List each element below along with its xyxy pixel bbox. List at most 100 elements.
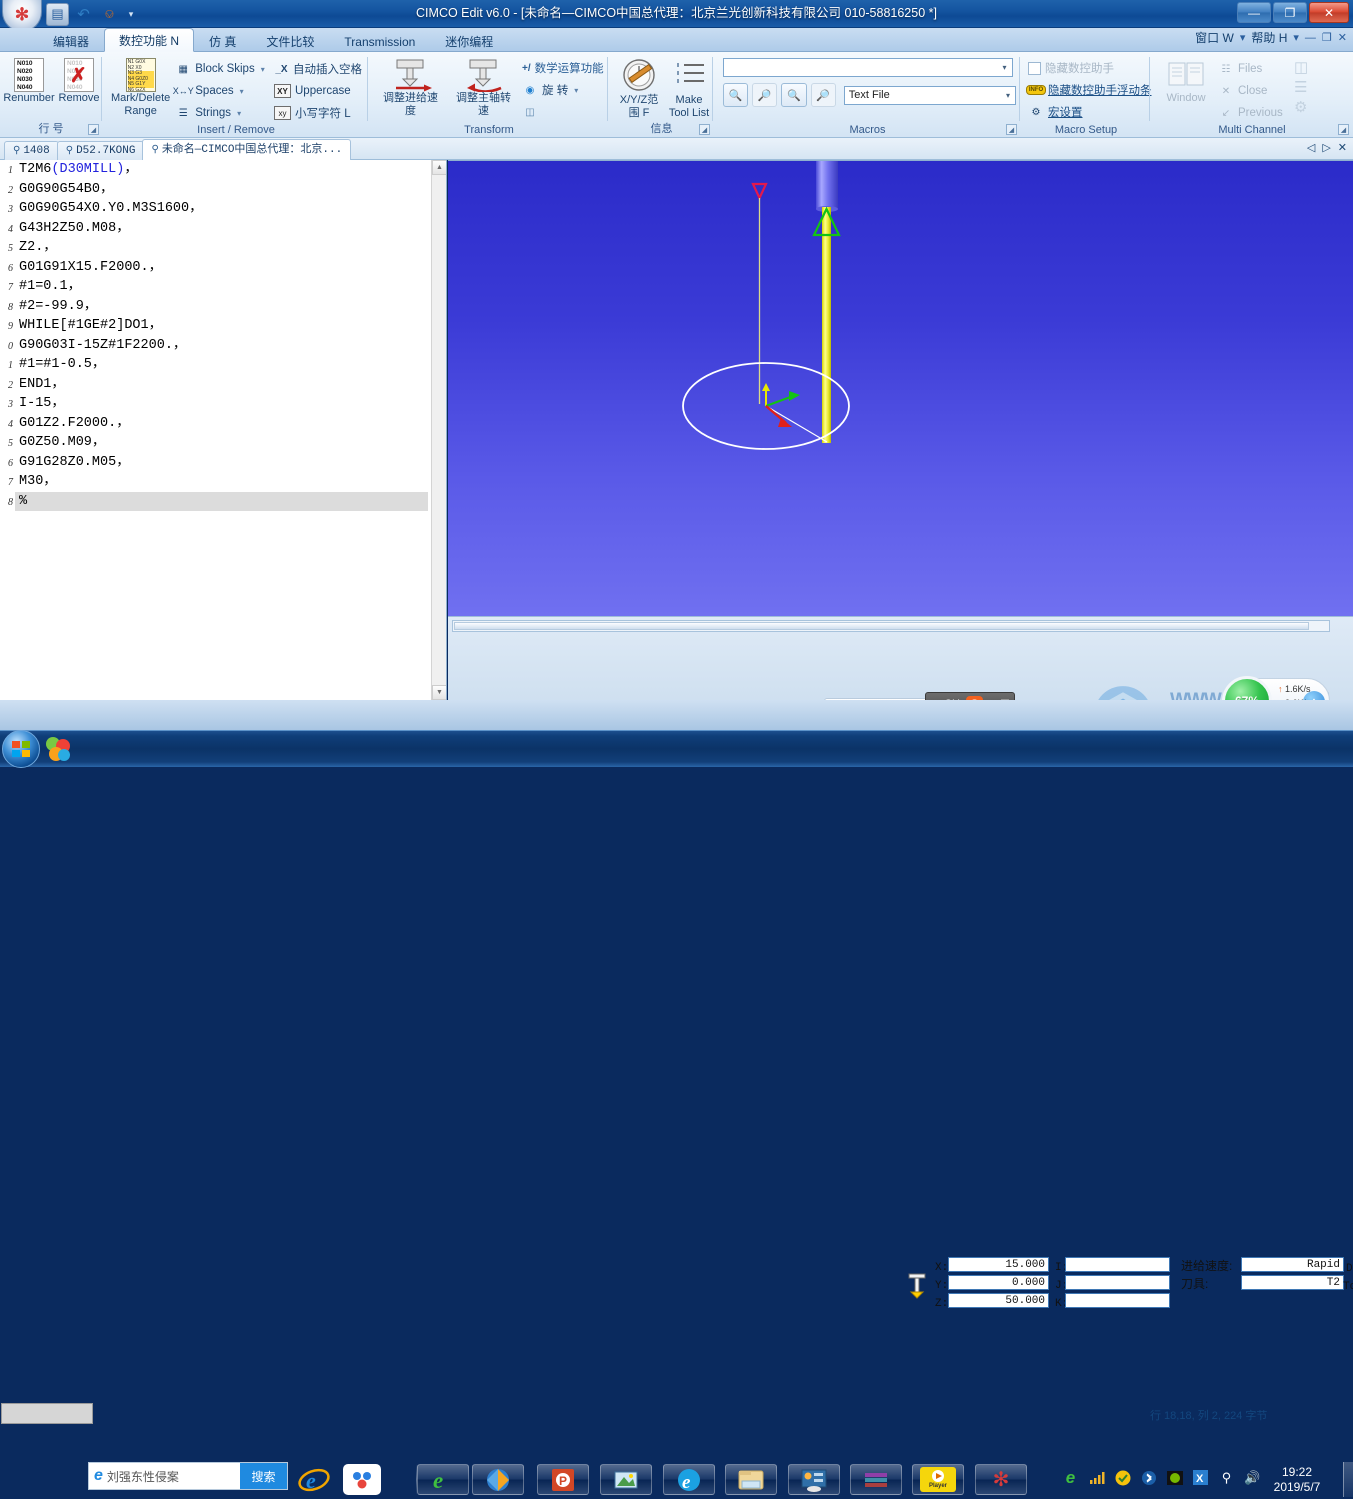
macro-settings-button[interactable]: ⚙ 宏设置	[1026, 101, 1146, 123]
tray-nvidia-icon[interactable]	[1166, 1469, 1183, 1486]
tray-ie-icon[interactable]: e	[1062, 1468, 1079, 1487]
tray-usb-icon[interactable]: ⚲	[1218, 1469, 1235, 1486]
tray-excel-icon[interactable]: X	[1192, 1469, 1209, 1486]
start-button[interactable]	[2, 730, 40, 768]
doc-restore-button[interactable]: ❐	[1322, 31, 1332, 44]
save-icon[interactable]: ▤	[46, 2, 69, 26]
minimize-button[interactable]: —	[1237, 2, 1271, 23]
auto-insert-space-button[interactable]: _X 自动插入空格	[272, 58, 364, 80]
scrollbar-thumb[interactable]	[454, 622, 1309, 630]
doc-tab-1408[interactable]: ⚲ 1408	[4, 141, 59, 160]
search-box[interactable]: e 刘强东性侵案 搜索	[88, 1462, 288, 1490]
tab-file-compare[interactable]: 文件比较	[251, 30, 329, 52]
task-edge[interactable]: e	[663, 1464, 715, 1495]
tab-close-button[interactable]: ✕	[1338, 141, 1347, 154]
close-button[interactable]: ✕	[1309, 2, 1349, 23]
search-input[interactable]: 刘强东性侵案	[103, 1468, 240, 1485]
mirror-button[interactable]: ◫	[520, 101, 604, 123]
task-winrar[interactable]	[850, 1464, 902, 1495]
math-functions-button[interactable]: +/ 数学运算功能	[520, 57, 604, 79]
chevron-down-icon[interactable]: ▾	[124, 3, 138, 26]
simulation-viewport[interactable]	[448, 160, 1353, 616]
adjust-spindle-speed-button[interactable]: 调整主轴转速	[447, 56, 520, 119]
taskbar-clock[interactable]: 19:22 2019/5/7	[1257, 1465, 1337, 1495]
renumber-button[interactable]: N010 N020 N030 N040 Renumber	[3, 56, 55, 107]
viewport-horizontal-scrollbar[interactable]	[452, 620, 1330, 632]
baidu-netdisk-icon[interactable]	[343, 1464, 381, 1495]
tab-editor[interactable]: 编辑器	[38, 30, 104, 52]
uppercase-button[interactable]: XY Uppercase	[272, 80, 364, 102]
chevron-down-icon[interactable]: ▾	[1293, 31, 1299, 44]
chevron-down-icon[interactable]: ▾	[1002, 63, 1009, 72]
mark-delete-range-button[interactable]: N1 G0X N2 X0 N3 G3 N4 G0Z0 N5 G1Y N6 G2X Mar…	[108, 56, 173, 119]
chevron-down-icon[interactable]: ▾	[261, 65, 265, 74]
tray-bluetooth-icon[interactable]	[1140, 1469, 1157, 1486]
hide-assistant-button[interactable]: 隐藏数控助手	[1026, 57, 1146, 79]
chevron-down-icon[interactable]: ▾	[574, 86, 578, 95]
macro-select-combo[interactable]: ▾	[722, 58, 1013, 77]
xyz-range-button[interactable]: X/Y/Z范围 F	[614, 56, 664, 121]
doc-tab-d52-7kong[interactable]: ⚲ D52.7KONG	[56, 141, 145, 160]
menu-window[interactable]: 窗口 W	[1195, 29, 1234, 46]
tab-simulation[interactable]: 仿 真	[194, 30, 251, 52]
z-value-field[interactable]: 50.000	[948, 1293, 1049, 1308]
print-icon[interactable]: ⎉	[98, 3, 121, 26]
undo-icon[interactable]: ↶	[72, 3, 95, 26]
code-lines[interactable]: 1 T2M6(D30MILL)， 2 G0G90G54B0， 3 G0G90G54X0…	[0, 160, 431, 700]
x-value-field[interactable]: 15.000	[948, 1257, 1049, 1272]
360-browser-icon[interactable]	[44, 735, 72, 763]
hide-assistant-bar-button[interactable]: INFO 隐藏数控助手浮动条	[1025, 79, 1152, 101]
block-skips-button[interactable]: ▦ Block Skips ▾	[173, 58, 272, 80]
tab-mini-programming[interactable]: 迷你编程	[430, 30, 508, 52]
remove-numbers-button[interactable]: N010 N020 N030 N040 ✗ Remove	[54, 56, 104, 107]
editor-vertical-scrollbar[interactable]: ▲ ▼	[431, 160, 446, 700]
spaces-button[interactable]: X↔Y Spaces ▾	[173, 80, 272, 102]
code-editor[interactable]: 1 T2M6(D30MILL)， 2 G0G90G54B0， 3 G0G90G54X0…	[0, 160, 447, 700]
new-macro-button[interactable]: 🔍️	[723, 83, 749, 107]
scroll-up-icon[interactable]: ▲	[432, 160, 446, 175]
restore-button[interactable]: ❐	[1273, 2, 1307, 23]
tray-network-icon[interactable]	[1088, 1469, 1105, 1486]
chevron-down-icon[interactable]: ▾	[1240, 31, 1246, 44]
ie-classic-icon[interactable]: e	[297, 1466, 331, 1499]
info-dialog-launcher[interactable]: ◢	[699, 124, 710, 135]
search-button[interactable]: 搜索	[240, 1463, 287, 1489]
scroll-down-icon[interactable]: ▼	[432, 685, 446, 700]
doc-minimize-button[interactable]: —	[1305, 32, 1316, 44]
doc-tab-untitled[interactable]: ⚲ 未命名—CIMCO中国总代理：北京...	[142, 139, 352, 160]
tab-nc-functions[interactable]: 数控功能 N	[104, 28, 195, 52]
task-photo-viewer[interactable]	[600, 1464, 652, 1495]
chevron-down-icon[interactable]: ▾	[237, 109, 241, 118]
tab-transmission[interactable]: Transmission	[329, 30, 430, 52]
task-powerpoint[interactable]: P	[537, 1464, 589, 1495]
line-numbers-dialog-launcher[interactable]: ◢	[88, 124, 99, 135]
chevron-down-icon[interactable]: ▾	[1006, 91, 1013, 100]
tray-360-icon[interactable]	[1114, 1469, 1131, 1486]
macro-file-type-combo[interactable]: Text File ▾	[843, 85, 1016, 105]
rotate-button[interactable]: ◉ 旋 转 ▾	[520, 79, 604, 101]
j-value-field[interactable]	[1065, 1275, 1170, 1290]
task-ie-green[interactable]: e	[417, 1464, 469, 1495]
menu-help[interactable]: 帮助 H	[1251, 29, 1287, 46]
tab-prev-button[interactable]: ◁	[1307, 141, 1315, 154]
macros-dialog-launcher[interactable]: ◢	[1006, 124, 1017, 135]
feedrate-value-field[interactable]: Rapid	[1241, 1257, 1344, 1272]
task-ie-classic[interactable]	[472, 1464, 524, 1495]
tool-value-field[interactable]: T2	[1241, 1275, 1344, 1290]
strings-button[interactable]: ☰ Strings ▾	[173, 102, 272, 124]
lowercase-button[interactable]: xy 小写字符 L	[272, 102, 364, 124]
doc-close-button[interactable]: ✕	[1338, 31, 1347, 44]
make-tool-list-button[interactable]: Make Tool List	[664, 56, 714, 121]
run-macro-button[interactable]: 🔍	[781, 83, 807, 107]
task-control-panel[interactable]	[788, 1464, 840, 1495]
tab-next-button[interactable]: ▷	[1322, 141, 1330, 154]
chevron-down-icon[interactable]: ▾	[240, 87, 244, 96]
task-player[interactable]: Player	[912, 1464, 964, 1495]
y-value-field[interactable]: 0.000	[948, 1275, 1049, 1290]
i-value-field[interactable]	[1065, 1257, 1170, 1272]
show-desktop-button[interactable]	[1343, 1462, 1353, 1497]
k-value-field[interactable]	[1065, 1293, 1170, 1308]
task-cimco[interactable]: ✻	[975, 1464, 1027, 1495]
adjust-feedrate-button[interactable]: 调整进给速度	[374, 56, 447, 119]
task-explorer[interactable]	[725, 1464, 777, 1495]
